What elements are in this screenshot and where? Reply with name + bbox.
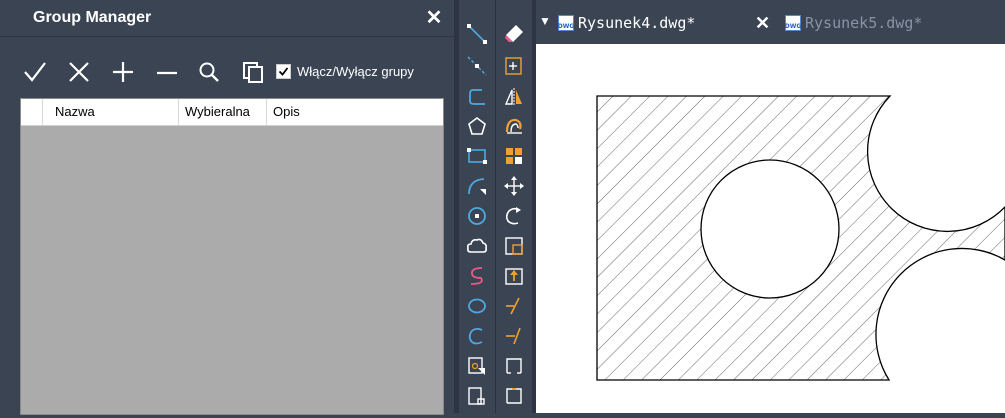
arc-icon[interactable] bbox=[463, 172, 491, 200]
dwg-file-icon: DWG bbox=[785, 15, 801, 31]
tabs-dropdown-icon[interactable]: ▼ bbox=[539, 14, 551, 28]
offset-icon[interactable] bbox=[500, 112, 528, 140]
drawing-canvas[interactable] bbox=[536, 44, 1005, 413]
copy-icon[interactable] bbox=[236, 52, 270, 92]
hatched-shape bbox=[596, 95, 1005, 381]
make-block-icon[interactable] bbox=[463, 382, 491, 410]
remove-icon[interactable] bbox=[150, 52, 184, 92]
join-icon[interactable] bbox=[500, 382, 528, 410]
spline-icon[interactable] bbox=[463, 262, 491, 290]
copy-tool-icon[interactable] bbox=[500, 52, 528, 80]
column-header-description[interactable]: Opis bbox=[267, 99, 443, 125]
close-icon[interactable]: ✕ bbox=[422, 6, 446, 30]
tab-label: Rysunek5.dwg* bbox=[805, 14, 923, 32]
close-tab-icon[interactable]: ✕ bbox=[755, 10, 770, 36]
document-tabs: ▼ DWG Rysunek4.dwg* ✕ DWG Rysunek5.dwg* bbox=[536, 0, 1005, 44]
tab-label: Rysunek4.dwg* bbox=[578, 14, 696, 32]
toggle-groups-checkbox[interactable] bbox=[276, 64, 291, 79]
ellipse-arc-icon[interactable] bbox=[463, 322, 491, 350]
revision-cloud-icon[interactable] bbox=[463, 232, 491, 260]
break-icon[interactable] bbox=[500, 352, 528, 380]
array-icon[interactable] bbox=[500, 142, 528, 170]
group-manager-panel: Group Manager ✕ Włącz/Wyłącz grupy Nazwa… bbox=[0, 0, 454, 415]
erase-icon[interactable] bbox=[500, 20, 528, 48]
scale-icon[interactable] bbox=[500, 232, 528, 260]
column-header-name[interactable]: Nazwa bbox=[43, 99, 179, 125]
trim-icon[interactable] bbox=[500, 292, 528, 320]
confirm-icon[interactable] bbox=[18, 52, 52, 92]
rectangle-icon[interactable] bbox=[463, 142, 491, 170]
cancel-icon[interactable] bbox=[62, 52, 96, 92]
column-header-select[interactable] bbox=[21, 99, 43, 125]
panel-header: Group Manager ✕ bbox=[0, 0, 454, 37]
add-icon[interactable] bbox=[106, 52, 140, 92]
panel-title: Group Manager bbox=[33, 9, 152, 26]
rotate-icon[interactable] bbox=[500, 202, 528, 230]
groups-table[interactable]: Nazwa Wybieralna Opis bbox=[20, 98, 444, 415]
tab-rysunek5[interactable]: DWG Rysunek5.dwg* bbox=[785, 10, 923, 36]
toggle-groups-label: Włącz/Wyłącz grupy bbox=[297, 64, 414, 79]
mirror-icon[interactable] bbox=[500, 83, 528, 111]
extend-icon[interactable] bbox=[500, 322, 528, 350]
polyline-icon[interactable] bbox=[463, 83, 491, 111]
table-header: Nazwa Wybieralna Opis bbox=[21, 99, 443, 126]
tab-rysunek4[interactable]: DWG Rysunek4.dwg* bbox=[558, 10, 696, 36]
toggle-groups: Włącz/Wyłącz grupy bbox=[276, 64, 414, 79]
circle-icon[interactable] bbox=[463, 202, 491, 230]
polygon-icon[interactable] bbox=[463, 112, 491, 140]
draw-toolbar bbox=[459, 0, 496, 413]
line-icon[interactable] bbox=[463, 20, 491, 48]
stretch-icon[interactable] bbox=[500, 262, 528, 290]
move-icon[interactable] bbox=[500, 172, 528, 200]
modify-toolbar bbox=[496, 0, 533, 413]
search-icon[interactable] bbox=[192, 52, 226, 92]
column-header-selectable[interactable]: Wybieralna bbox=[179, 99, 267, 125]
construction-line-icon[interactable] bbox=[463, 52, 491, 80]
ellipse-icon[interactable] bbox=[463, 292, 491, 320]
dwg-file-icon: DWG bbox=[558, 15, 574, 31]
insert-block-icon[interactable] bbox=[463, 352, 491, 380]
